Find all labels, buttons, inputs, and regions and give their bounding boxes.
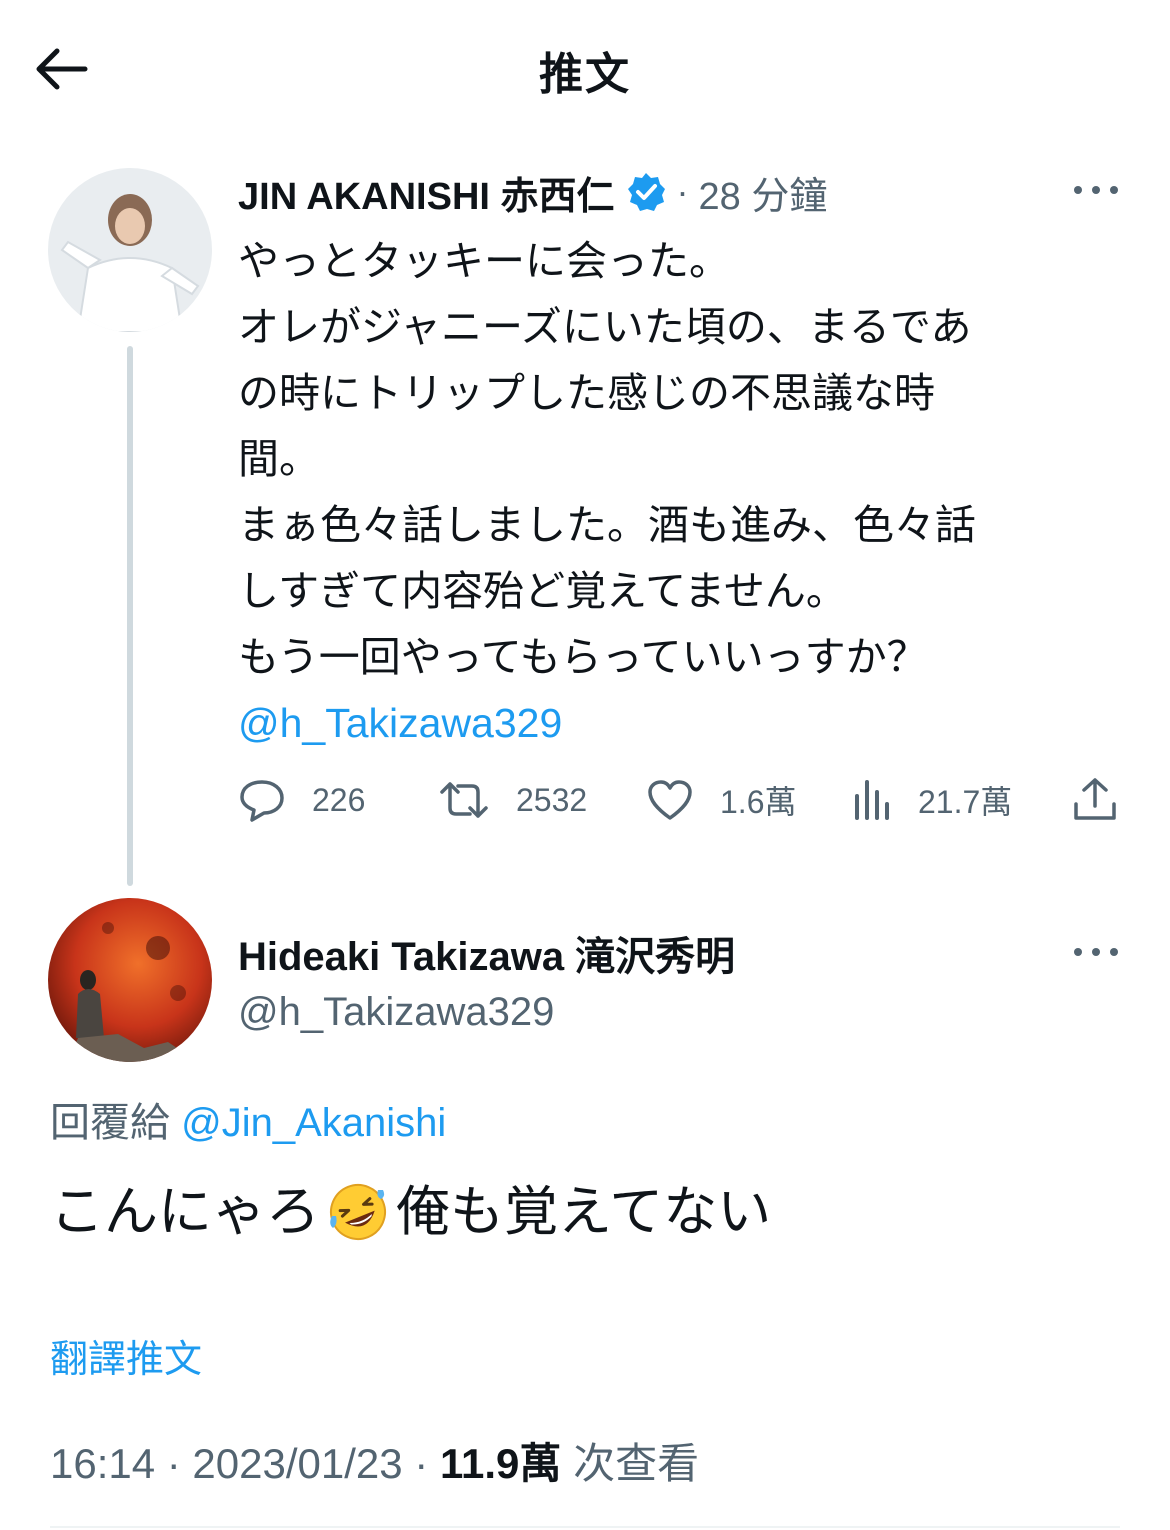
retweet-icon: [440, 782, 488, 818]
tweet-text: やっとタッキーに会った。 オレがジャニーズにいた頃の、まるであ の時にトリップし…: [238, 228, 1138, 756]
author-avatar[interactable]: [48, 168, 212, 332]
reply-bubble-icon: [240, 780, 284, 822]
reply-count: 226: [312, 781, 366, 818]
tweet-view-count: 11.9萬: [439, 1440, 562, 1487]
tweet-text-line: しすぎて内容殆ど覚えてません。: [238, 568, 847, 614]
share-upload-icon: [1074, 778, 1116, 820]
reply-text-before: こんにゃろ: [50, 1182, 320, 1242]
tweet-timestamp[interactable]: 16:14 · 2023/01/23 ·: [50, 1440, 440, 1487]
replying-to-label: 回覆給: [50, 1101, 170, 1145]
share-button[interactable]: [1072, 770, 1118, 830]
views-button[interactable]: 21.7萬: [852, 770, 1012, 830]
like-button[interactable]: 1.6萬: [646, 770, 797, 830]
time-ago[interactable]: 28 分鐘: [699, 165, 828, 220]
tweet-text-line: オレがジャニーズにいた頃の、まるであ: [238, 304, 972, 350]
more-options-button[interactable]: [1068, 170, 1124, 210]
reply-author-handle[interactable]: @h_Takizawa329: [238, 990, 554, 1035]
reply-more-options-button[interactable]: [1068, 932, 1124, 972]
top-bar: 推文: [0, 0, 1170, 140]
tweet-actions-bar: 226 2532 1.6萬 21.7萬: [238, 770, 1128, 830]
verified-badge-icon: [625, 171, 667, 213]
heart-icon: [648, 780, 692, 820]
tweet-text-line: の時にトリップした感じの不思議な時: [238, 370, 935, 416]
translate-tweet-link[interactable]: 翻譯推文: [50, 1328, 202, 1383]
replying-to: 回覆給 @Jin_Akanishi: [50, 1090, 446, 1148]
page-title: 推文: [539, 50, 631, 99]
thread-connector-line: [127, 346, 133, 886]
replying-to-mention[interactable]: @Jin_Akanishi: [181, 1101, 446, 1145]
like-count: 1.6萬: [720, 784, 797, 820]
analytics-bars-icon: [855, 780, 889, 820]
tweet-meta: 16:14 · 2023/01/23 · 11.9萬 次查看: [50, 1430, 699, 1491]
rolling-laughing-emoji-icon: [326, 1180, 390, 1244]
retweet-button[interactable]: 2532: [438, 770, 587, 830]
tweet-text-line: もう一回やってもらっていいっすか？: [238, 634, 928, 680]
tweet-detail-page: 推文 JIN AKANISHI 赤西仁 · 28 分鐘 やっとタッキーに会った。…: [0, 0, 1170, 1530]
retweet-count: 2532: [516, 781, 588, 818]
tweet-text-line: 間。: [238, 436, 320, 482]
more-horizontal-icon: [1074, 948, 1118, 956]
more-horizontal-icon: [1074, 186, 1118, 194]
divider: [50, 1526, 1120, 1528]
mention-link[interactable]: @h_Takizawa329: [238, 700, 562, 746]
author-name[interactable]: JIN AKANISHI 赤西仁: [238, 165, 615, 220]
views-count: 21.7萬: [918, 784, 1013, 820]
separator-dot: ·: [676, 171, 689, 212]
tweet-text-line: やっとタッキーに会った。: [238, 238, 730, 284]
tweet-text-line: まぁ色々話しました。酒も進み、色々話: [238, 502, 976, 548]
tweet-view-label: 次查看: [561, 1440, 700, 1487]
reply-author-avatar[interactable]: [48, 898, 212, 1062]
reply-tweet-text: こんにゃろ 俺も覚えてない: [50, 1172, 771, 1252]
reply-author-name[interactable]: Hideaki Takizawa 滝沢秀明: [238, 924, 735, 982]
tweet-author-row: JIN AKANISHI 赤西仁 · 28 分鐘: [238, 162, 827, 222]
reply-button[interactable]: 226: [238, 770, 365, 830]
reply-text-after: 俺も覚えてない: [396, 1182, 772, 1242]
